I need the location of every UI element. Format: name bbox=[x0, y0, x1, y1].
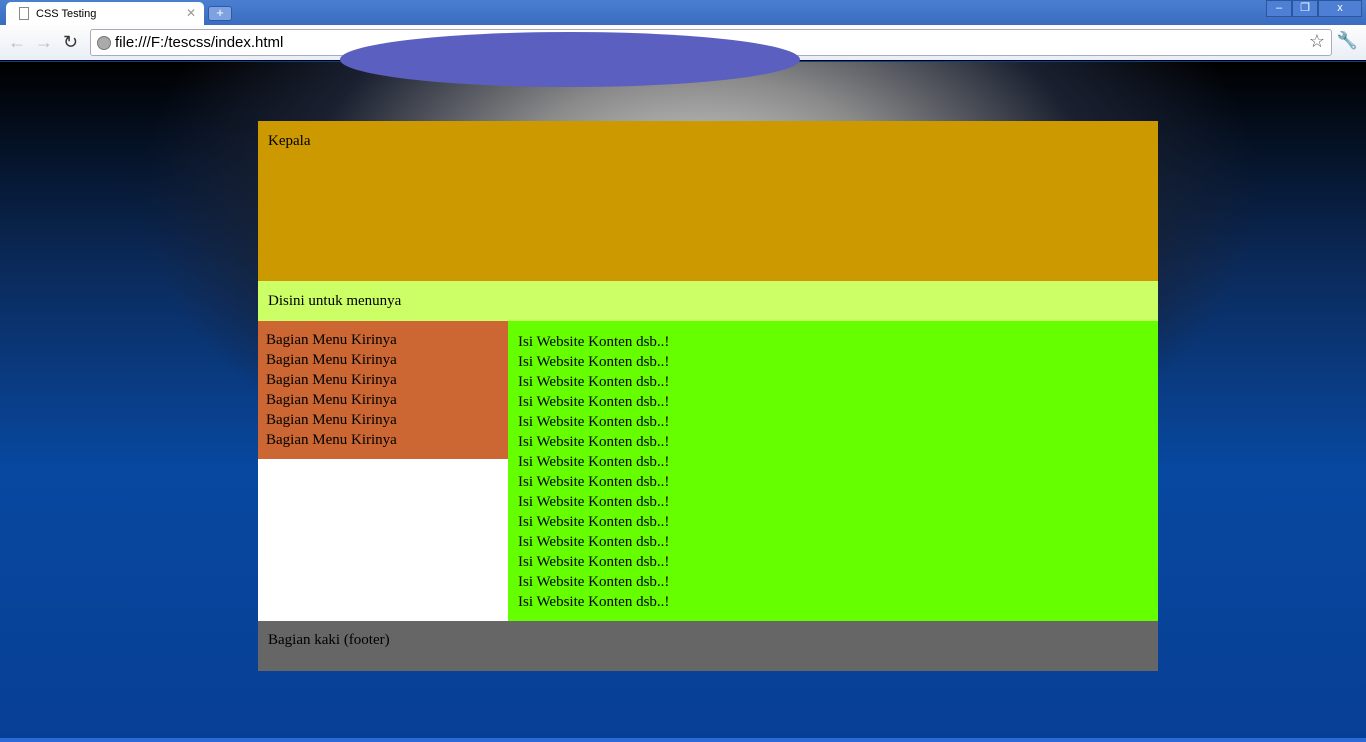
left-menu-item: Bagian Menu Kirinya bbox=[266, 352, 397, 368]
content-line: Isi Website Konten dsb..! bbox=[518, 554, 670, 570]
globe-icon bbox=[97, 36, 111, 50]
new-tab-button[interactable]: + bbox=[208, 6, 232, 21]
url-text[interactable]: file:///F:/tescss/index.html bbox=[115, 34, 283, 51]
close-tab-icon[interactable]: ✕ bbox=[186, 6, 196, 20]
reload-icon[interactable]: ↻ bbox=[63, 32, 78, 53]
left-sidebar: Bagian Menu Kirinya Bagian Menu Kirinya … bbox=[258, 321, 508, 621]
content-line: Isi Website Konten dsb..! bbox=[518, 534, 670, 550]
content-area: Isi Website Konten dsb..! Isi Website Ko… bbox=[508, 321, 1158, 621]
page-icon bbox=[19, 7, 29, 20]
content-line: Isi Website Konten dsb..! bbox=[518, 454, 670, 470]
content-line: Isi Website Konten dsb..! bbox=[518, 434, 670, 450]
header: Kepala bbox=[258, 121, 1158, 281]
left-menu: Bagian Menu Kirinya Bagian Menu Kirinya … bbox=[258, 321, 508, 459]
content-line: Isi Website Konten dsb..! bbox=[518, 414, 670, 430]
left-menu-item: Bagian Menu Kirinya bbox=[266, 332, 397, 348]
bookmark-star-icon[interactable]: ☆ bbox=[1309, 31, 1325, 52]
tab-title: CSS Testing bbox=[36, 8, 97, 20]
page-viewport: Kepala Disini untuk menunya Bagian Menu … bbox=[0, 32, 1366, 742]
tab-css-testing[interactable]: CSS Testing ✕ bbox=[6, 2, 204, 26]
content-line: Isi Website Konten dsb..! bbox=[518, 494, 670, 510]
restore-button[interactable]: ❐ bbox=[1292, 0, 1318, 17]
content-line: Isi Website Konten dsb..! bbox=[518, 514, 670, 530]
content-line: Isi Website Konten dsb..! bbox=[518, 374, 670, 390]
left-menu-item: Bagian Menu Kirinya bbox=[266, 392, 397, 408]
menu-bar: Disini untuk menunya bbox=[258, 281, 1158, 321]
title-bar: CSS Testing ✕ + – ❐ x bbox=[0, 0, 1366, 26]
content-line: Isi Website Konten dsb..! bbox=[518, 354, 670, 370]
content-line: Isi Website Konten dsb..! bbox=[518, 474, 670, 490]
left-menu-item: Bagian Menu Kirinya bbox=[266, 372, 397, 388]
close-window-button[interactable]: x bbox=[1318, 0, 1362, 17]
minimize-button[interactable]: – bbox=[1266, 0, 1292, 17]
wrench-icon[interactable]: 🔧 bbox=[1337, 31, 1358, 51]
footer: Bagian kaki (footer) bbox=[258, 621, 1158, 671]
left-menu-item: Bagian Menu Kirinya bbox=[266, 412, 397, 428]
content-line: Isi Website Konten dsb..! bbox=[518, 594, 670, 610]
left-menu-item: Bagian Menu Kirinya bbox=[266, 432, 397, 448]
layout-container: Kepala Disini untuk menunya Bagian Menu … bbox=[258, 121, 1158, 671]
taskbar bbox=[0, 738, 1366, 742]
back-icon[interactable]: ← bbox=[8, 32, 26, 53]
content-line: Isi Website Konten dsb..! bbox=[518, 334, 670, 350]
background-ellipse bbox=[340, 32, 800, 87]
forward-icon[interactable]: → bbox=[35, 32, 53, 53]
content-line: Isi Website Konten dsb..! bbox=[518, 574, 670, 590]
content-line: Isi Website Konten dsb..! bbox=[518, 394, 670, 410]
